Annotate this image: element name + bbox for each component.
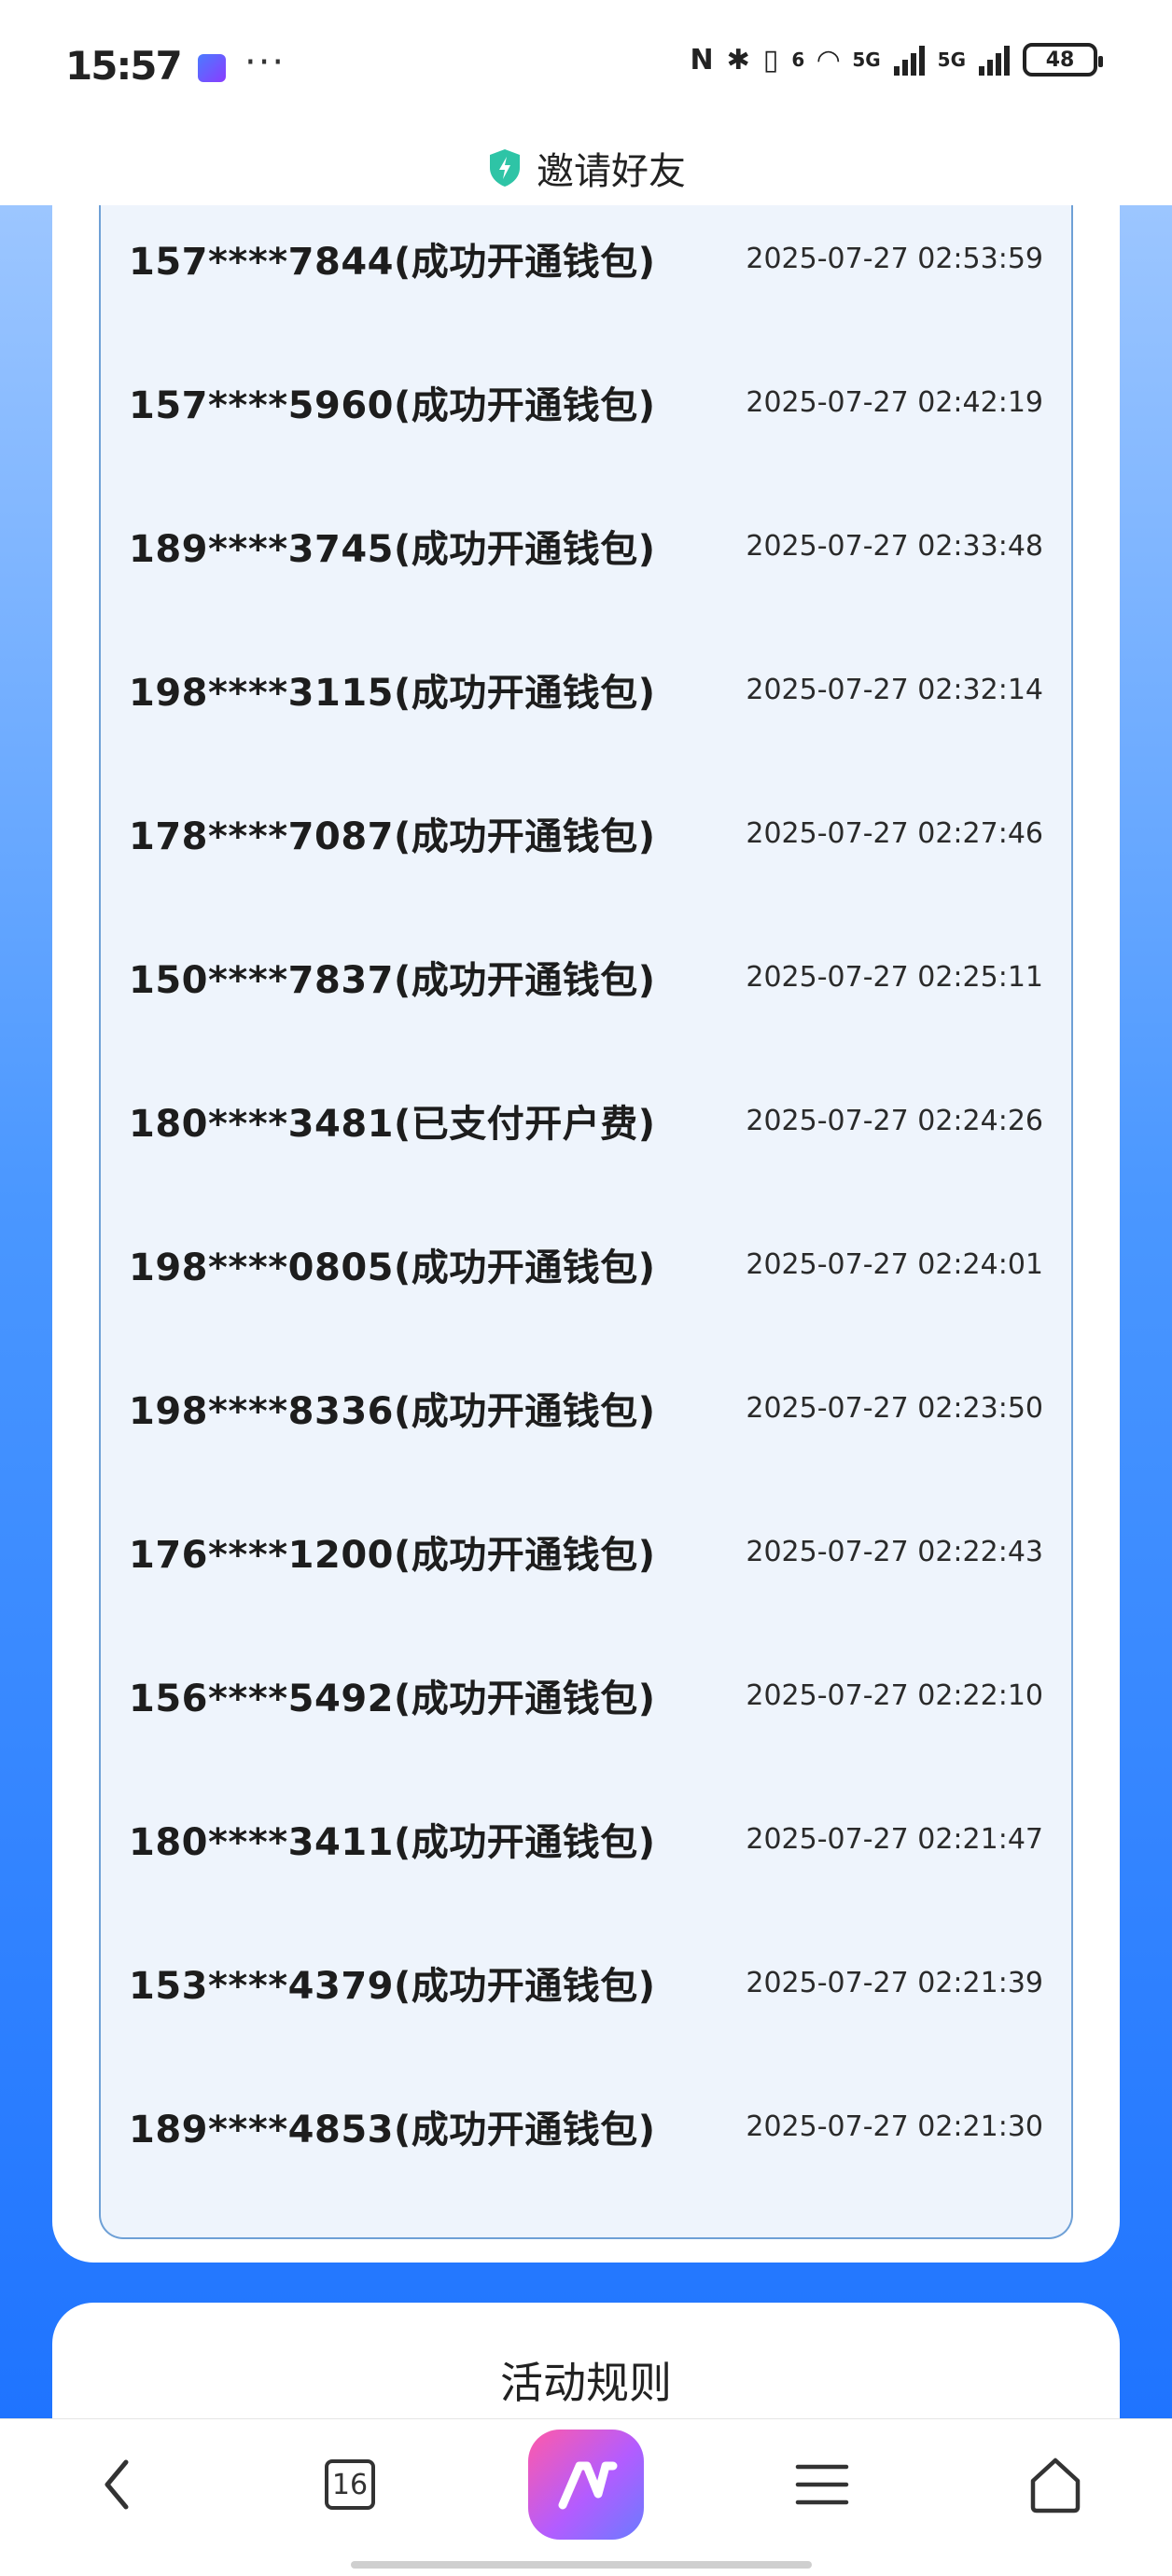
tab-count: 16 [331,2468,369,2501]
invite-time: 2025-07-27 02:23:50 [746,1391,1043,1425]
network-label-2: 5G [937,49,966,71]
list-item: 198****0805(成功开通钱包) 2025-07-27 02:24:01 [101,1192,1071,1336]
rules-title: 活动规则 [500,2358,672,2408]
battery-icon: 48 [1023,43,1103,77]
status-icons: N ✱ ▯ 6 ◠ 5G 5G 48 [690,43,1103,77]
list-item: 178****7087(成功开通钱包) 2025-07-27 02:27:46 [101,761,1071,905]
home-button[interactable] [1004,2419,1107,2550]
invite-time: 2025-07-27 02:24:01 [746,1247,1043,1281]
wifi-icon: ◠ [817,43,840,77]
title-bar: 邀请好友 [0,131,1172,205]
invitee-status: 189****4853(成功开通钱包) [129,2109,656,2151]
list-item: 176****1200(成功开通钱包) 2025-07-27 02:22:43 [101,1480,1071,1623]
menu-button[interactable] [771,2419,873,2550]
list-item: 156****5492(成功开通钱包) 2025-07-27 02:22:10 [101,1623,1071,1767]
invite-time: 2025-07-27 02:24:26 [746,1104,1043,1137]
list-item: 180****3481(已支付开户费) 2025-07-27 02:24:26 [101,1049,1071,1192]
invite-time: 2025-07-27 02:53:59 [746,242,1043,275]
menu-icon [795,2464,849,2505]
nfc-icon: N [690,43,714,77]
list-item: 153****4379(成功开通钱包) 2025-07-27 02:21:39 [101,1911,1071,2054]
invitee-status: 157****5960(成功开通钱包) [129,384,656,427]
list-item: 189****4853(成功开通钱包) 2025-07-27 02:21:30 [101,2054,1071,2198]
invite-time: 2025-07-27 02:21:39 [746,1966,1043,1999]
bluetooth-icon: ✱ [726,43,750,77]
invitee-status: 157****7844(成功开通钱包) [129,241,656,284]
page-title: 邀请好友 [537,150,686,193]
shield-icon [490,149,520,187]
network-label-1: 5G [852,49,881,71]
home-indicator[interactable] [351,2561,812,2569]
list-item: 189****3745(成功开通钱包) 2025-07-27 02:33:48 [101,474,1071,618]
invite-time: 2025-07-27 02:33:48 [746,529,1043,563]
invite-time: 2025-07-27 02:21:47 [746,1822,1043,1856]
invitee-status: 198****3115(成功开通钱包) [129,672,656,715]
invitee-status: 156****5492(成功开通钱包) [129,1678,656,1720]
list-item: 198****8336(成功开通钱包) 2025-07-27 02:23:50 [101,1336,1071,1480]
invitee-status: 198****8336(成功开通钱包) [129,1390,656,1433]
invitee-status: 153****4379(成功开通钱包) [129,1965,656,2008]
battery-level: 48 [1045,48,1075,72]
wifi-tag: 6 [791,49,805,71]
invitee-status: 176****1200(成功开通钱包) [129,1534,656,1577]
home-icon [1030,2458,1081,2513]
invitee-status: 178****7087(成功开通钱包) [129,815,656,858]
tabs-icon: 16 [325,2459,375,2510]
invite-time: 2025-07-27 02:22:10 [746,1678,1043,1712]
list-item: 198****3115(成功开通钱包) 2025-07-27 02:32:14 [101,618,1071,761]
list-item: 157****5960(成功开通钱包) 2025-07-27 02:42:19 [101,330,1071,474]
invitee-status: 189****3745(成功开通钱包) [129,528,656,571]
browser-bottom-nav: 16 [0,2418,1172,2576]
invitee-status: 198****0805(成功开通钱包) [129,1246,656,1289]
signal-icon-2 [979,44,1010,76]
back-icon [105,2459,129,2510]
signal-icon-1 [893,44,925,76]
list-item: 150****7837(成功开通钱包) 2025-07-27 02:25:11 [101,905,1071,1049]
invitee-status: 150****7837(成功开通钱包) [129,959,656,1002]
tabs-button[interactable]: 16 [299,2419,401,2550]
invite-time: 2025-07-27 02:27:46 [746,816,1043,850]
invite-time: 2025-07-27 02:32:14 [746,673,1043,706]
invitee-status: 180****3411(成功开通钱包) [129,1821,656,1864]
invite-time: 2025-07-27 02:42:19 [746,385,1043,419]
back-button[interactable] [65,2419,168,2550]
app-button[interactable] [523,2419,649,2550]
rules-card: 活动规则 [52,2303,1120,2433]
status-bar: 15:57 ··· N ✱ ▯ 6 ◠ 5G 5G 48 [0,0,1172,131]
list-item: 180****3411(成功开通钱包) 2025-07-27 02:21:47 [101,1767,1071,1911]
vibrate-icon: ▯ [762,43,779,77]
invite-list[interactable]: 157****7844(成功开通钱包) 2025-07-27 02:53:59 … [99,187,1073,2239]
notification-app-icon [198,54,226,82]
invitee-status: 180****3481(已支付开户费) [129,1103,656,1146]
app-logo-icon [528,2430,644,2540]
more-notifications-icon: ··· [244,41,286,84]
invite-time: 2025-07-27 02:21:30 [746,2110,1043,2143]
status-time: 15:57 [65,43,183,89]
list-item: 157****7844(成功开通钱包) 2025-07-27 02:53:59 [101,187,1071,330]
invite-time: 2025-07-27 02:22:43 [746,1535,1043,1568]
invite-time: 2025-07-27 02:25:11 [746,960,1043,994]
